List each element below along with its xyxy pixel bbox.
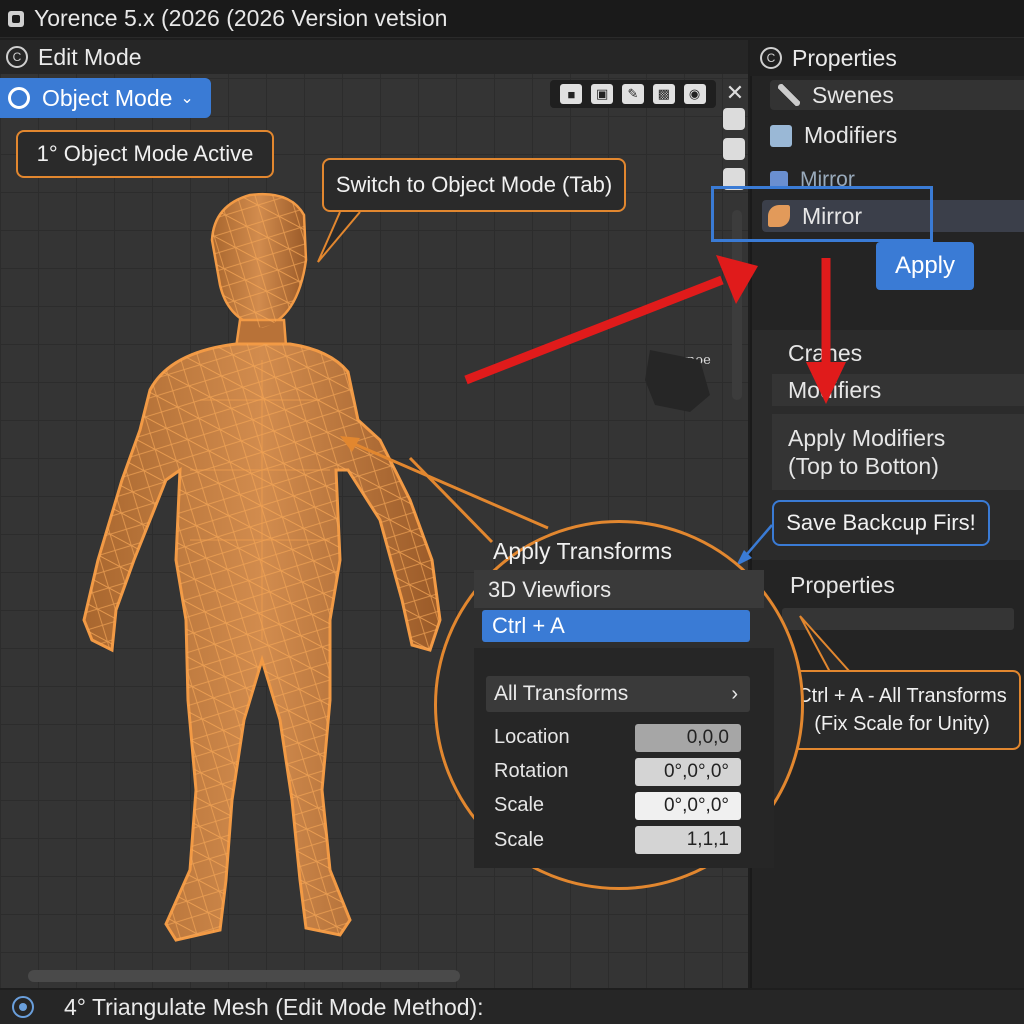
apply-transforms-title: Apply Transforms	[493, 538, 672, 564]
ctrl-a-callout-line2: (Fix Scale for Unity)	[814, 713, 990, 735]
mirror-highlight-frame	[711, 186, 933, 242]
save-backup-callout: Save Backcup Firs!	[772, 500, 990, 546]
apply-button[interactable]: Apply	[876, 242, 974, 290]
location-label: Location	[494, 726, 570, 748]
status-icon	[12, 996, 34, 1018]
scale-field-2[interactable]: 1,1,1	[635, 826, 741, 854]
scene-label-line2: 2ou1	[664, 367, 697, 382]
close-icon[interactable]: ✕	[722, 80, 748, 106]
ctrl-a-shortcut-item[interactable]: Ctrl + A	[482, 610, 750, 642]
object-mode-icon	[8, 87, 30, 109]
ctrl-a-callout-line1: Ctrl + A - All Transforms	[797, 685, 1007, 707]
select-tool-icon[interactable]: ■	[560, 84, 583, 104]
pen-tool-icon[interactable]: ✎	[621, 84, 644, 104]
status-text: 4° Triangulate Mesh (Edit Mode Method):	[64, 993, 484, 1020]
tab-scenes[interactable]: Swenes	[770, 80, 1024, 110]
modifiers-row[interactable]: Modifiers	[772, 374, 1024, 406]
scene-label: Sarnoe 2ou1	[664, 354, 711, 382]
modifier-icon	[770, 124, 792, 147]
object-mode-active-callout: 1° Object Mode Active	[16, 130, 274, 178]
apply-modifiers-line2: (Top to Botton)	[788, 453, 939, 479]
object-mode-label: Object Mode	[42, 84, 173, 111]
camera-icon[interactable]	[723, 108, 745, 130]
scale-field[interactable]: 0°,0°,0°	[635, 792, 741, 820]
window-titlebar: Yorence 5.x (2026 (2026 Version vetsion	[0, 0, 1024, 38]
apply-modifiers-line1: Apply Modifiers	[788, 425, 946, 451]
tab-scenes-label: Swenes	[812, 81, 894, 108]
all-transforms-item[interactable]: All Transforms ›	[486, 676, 750, 712]
refresh-icon[interactable]: C	[6, 46, 28, 68]
refresh-icon[interactable]: C	[760, 47, 782, 69]
scale-label-2: Scale	[494, 829, 545, 851]
app-icon	[8, 10, 24, 27]
viewport-header: C Edit Mode	[0, 40, 748, 74]
chevron-right-icon: ›	[731, 682, 738, 705]
horizontal-scrollbar[interactable]	[28, 970, 460, 982]
ctrl-a-callout: Ctrl + A - All Transforms (Fix Scale for…	[783, 670, 1021, 750]
move-icon[interactable]	[723, 138, 745, 160]
cranes-label: Cranes	[788, 340, 863, 366]
all-transforms-label: All Transforms	[494, 682, 629, 705]
tab-modifiers-label: Modifiers	[804, 122, 898, 148]
wrench-icon	[778, 84, 800, 106]
viewport-mode-label: Edit Mode	[38, 43, 142, 70]
apply-modifiers-row[interactable]: Apply Modifiers (Top to Botton)	[772, 414, 1024, 490]
properties-field[interactable]	[782, 608, 1014, 630]
rotation-label: Rotation	[494, 760, 569, 782]
chevron-down-icon: ⌄	[180, 90, 194, 107]
menu-subheader-label: 3D Viewfiors	[488, 577, 612, 602]
scene-label-line1: Sarnoe	[664, 353, 711, 368]
viewport-side-tools	[720, 108, 748, 190]
box-tool-icon[interactable]: ▣	[591, 84, 614, 104]
properties-header: C Properties	[750, 40, 1024, 76]
viewport-toolbar: ■ ▣ ✎ ▩ ◉	[550, 80, 716, 108]
location-field[interactable]: 0,0,0	[635, 724, 741, 752]
shading-tool-icon[interactable]: ◉	[683, 84, 706, 104]
properties-section-label: Properties	[790, 572, 895, 598]
scale-label: Scale	[494, 794, 545, 816]
tab-modifiers[interactable]: Modifiers	[770, 122, 897, 149]
window-title: Yorence 5.x (2026 (2026 Version vetsion	[34, 5, 448, 31]
object-mode-dropdown[interactable]: Object Mode ⌄	[0, 78, 211, 118]
status-bar: 4° Triangulate Mesh (Edit Mode Method):	[0, 990, 1024, 1024]
overlay-tool-icon[interactable]: ▩	[652, 84, 675, 104]
rotation-field[interactable]: 0°,0°,0°	[635, 758, 741, 786]
switch-mode-callout: Switch to Object Mode (Tab)	[322, 158, 626, 212]
properties-header-label: Properties	[792, 44, 897, 71]
